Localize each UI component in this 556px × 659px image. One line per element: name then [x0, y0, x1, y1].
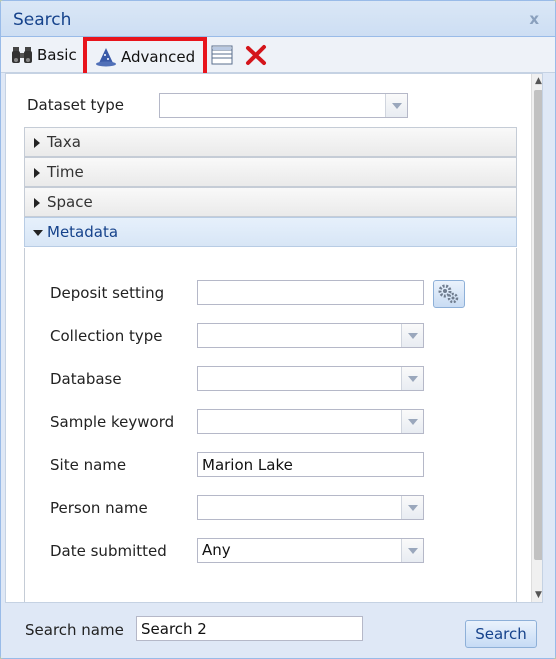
- deposit-setting-label: Deposit setting: [50, 284, 165, 302]
- dataset-type-combo[interactable]: [159, 93, 408, 118]
- panel-space[interactable]: Space: [24, 187, 517, 217]
- chevron-down-icon[interactable]: [401, 324, 423, 347]
- chevron-down-icon[interactable]: [401, 539, 423, 562]
- deposit-setting-field[interactable]: [197, 280, 424, 305]
- chevron-down-icon[interactable]: [401, 367, 423, 390]
- chevron-down-icon[interactable]: [401, 496, 423, 519]
- collection-type-combo[interactable]: [197, 323, 424, 348]
- layers-icon: [211, 45, 233, 65]
- person-name-combo[interactable]: [197, 495, 424, 520]
- expand-arrow-icon: [34, 198, 40, 208]
- scroll-up-icon[interactable]: ▲: [532, 74, 542, 88]
- date-submitted-label: Date submitted: [50, 542, 167, 560]
- deposit-lookup-button[interactable]: [433, 280, 465, 308]
- chevron-down-icon[interactable]: [385, 94, 407, 117]
- window-title: Search: [13, 10, 72, 30]
- search-name-field[interactable]: [136, 616, 363, 641]
- basic-button[interactable]: Basic: [11, 41, 77, 69]
- sample-keyword-combo[interactable]: [197, 409, 424, 434]
- search-button[interactable]: Search: [465, 620, 537, 648]
- panel-title: Taxa: [47, 133, 81, 151]
- window-titlebar[interactable]: Search x: [1, 1, 555, 37]
- search-toolbar: Basic Advanced: [1, 37, 555, 77]
- panel-title: Metadata: [47, 223, 119, 241]
- database-combo[interactable]: [197, 366, 424, 391]
- clear-button[interactable]: [245, 41, 269, 69]
- expand-arrow-icon: [34, 138, 40, 148]
- date-submitted-value: Any: [202, 541, 231, 559]
- search-form: Dataset type Taxa Time Space Metadata De…: [5, 73, 543, 603]
- expand-arrow-icon: [34, 168, 40, 178]
- date-submitted-combo[interactable]: Any: [197, 538, 424, 563]
- collapse-arrow-icon: [33, 230, 43, 236]
- scroll-thumb[interactable]: [534, 90, 542, 560]
- gears-icon: [438, 284, 459, 304]
- layers-button[interactable]: [211, 41, 233, 69]
- scroll-down-icon[interactable]: ▼: [532, 588, 542, 602]
- collection-type-label: Collection type: [50, 327, 163, 345]
- advanced-label: Advanced: [121, 48, 196, 66]
- chevron-down-icon[interactable]: [401, 410, 423, 433]
- panel-metadata[interactable]: Metadata: [24, 217, 517, 247]
- red-x-icon: [246, 45, 266, 65]
- dataset-type-label: Dataset type: [27, 96, 125, 114]
- advanced-button[interactable]: Advanced: [83, 37, 207, 77]
- binoculars-icon: [12, 47, 32, 63]
- panel-title: Time: [47, 163, 84, 181]
- search-name-label: Search name: [25, 621, 124, 639]
- person-name-label: Person name: [50, 499, 148, 517]
- panel-title: Space: [47, 193, 93, 211]
- panel-taxa[interactable]: Taxa: [24, 127, 517, 157]
- close-icon[interactable]: x: [529, 10, 539, 28]
- panel-time[interactable]: Time: [24, 157, 517, 187]
- wizard-hat-icon: [96, 48, 116, 67]
- site-name-label: Site name: [50, 456, 127, 474]
- search-window: Search x Basic Advanced Dataset type Tax…: [0, 0, 556, 659]
- search-footer: Search name Search: [1, 605, 555, 658]
- vertical-scrollbar[interactable]: ▲ ▼: [531, 74, 542, 602]
- sample-keyword-label: Sample keyword: [50, 413, 175, 431]
- database-label: Database: [50, 370, 122, 388]
- site-name-field[interactable]: [197, 452, 424, 477]
- basic-label: Basic: [37, 46, 77, 64]
